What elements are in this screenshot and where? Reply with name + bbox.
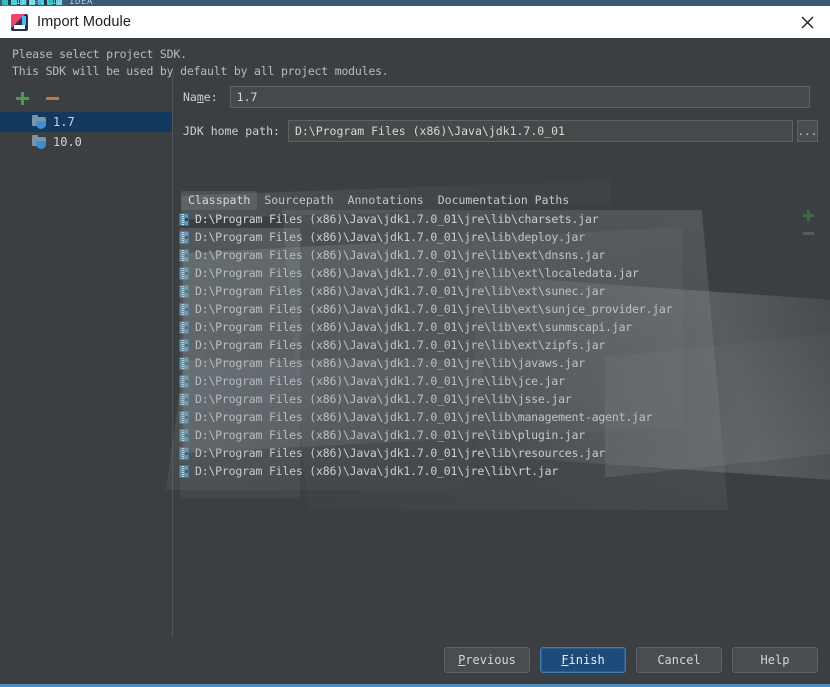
jdk-home-path-row: JDK home path: ... — [183, 120, 818, 142]
jar-archive-icon — [179, 230, 189, 244]
classpath-list: D:\Program Files (x86)\Java\jdk1.7.0_01\… — [175, 210, 830, 480]
sdk-hint-line-1: Please select project SDK. — [12, 47, 187, 61]
classpath-row-label: D:\Program Files (x86)\Java\jdk1.7.0_01\… — [195, 302, 673, 316]
classpath-row[interactable]: D:\Program Files (x86)\Java\jdk1.7.0_01\… — [175, 246, 830, 264]
dialog-body: Please select project SDK. This SDK will… — [0, 38, 830, 684]
classpath-row[interactable]: D:\Program Files (x86)\Java\jdk1.7.0_01\… — [175, 408, 830, 426]
import-module-dialog: Import Module Please select project SDK.… — [0, 6, 830, 687]
help-button[interactable]: Help — [732, 647, 818, 673]
sdk-tabs: Classpath Sourcepath Annotations Documen… — [181, 189, 576, 210]
remove-sdk-button[interactable] — [42, 88, 62, 108]
browse-folder-button[interactable]: ... — [796, 120, 818, 142]
jar-archive-icon — [179, 446, 189, 460]
add-sdk-button[interactable] — [12, 88, 32, 108]
classpath-row[interactable]: D:\Program Files (x86)\Java\jdk1.7.0_01\… — [175, 426, 830, 444]
classpath-row[interactable]: D:\Program Files (x86)\Java\jdk1.7.0_01\… — [175, 390, 830, 408]
plus-icon — [15, 91, 29, 105]
sdk-hint: Please select project SDK. This SDK will… — [12, 46, 389, 80]
jdk-folder-icon — [32, 114, 47, 129]
intellij-idea-icon — [11, 13, 28, 31]
cancel-button[interactable]: Cancel — [636, 647, 722, 673]
jar-archive-icon — [179, 248, 189, 262]
sdk-detail-pane: Name: JDK home path: ... Classpath Sourc… — [165, 76, 830, 684]
jar-archive-icon — [179, 212, 189, 226]
jar-archive-icon — [179, 338, 189, 352]
sdk-list: 1.7 10.0 — [0, 112, 172, 152]
classpath-row[interactable]: D:\Program Files (x86)\Java\jdk1.7.0_01\… — [175, 300, 830, 318]
sdk-list-item-1-7[interactable]: 1.7 — [0, 112, 172, 132]
classpath-row-label: D:\Program Files (x86)\Java\jdk1.7.0_01\… — [195, 266, 639, 280]
classpath-row-label: D:\Program Files (x86)\Java\jdk1.7.0_01\… — [195, 392, 572, 406]
classpath-row-label: D:\Program Files (x86)\Java\jdk1.7.0_01\… — [195, 446, 606, 460]
classpath-row[interactable]: D:\Program Files (x86)\Java\jdk1.7.0_01\… — [175, 372, 830, 390]
dialog-title: Import Module — [37, 14, 131, 30]
dialog-button-row: Previous Finish Cancel Help — [444, 647, 818, 673]
jdk-home-path-input[interactable] — [287, 120, 793, 142]
classpath-row[interactable]: D:\Program Files (x86)\Java\jdk1.7.0_01\… — [175, 228, 830, 246]
jar-archive-icon — [179, 410, 189, 424]
sdk-list-item-label: 10.0 — [53, 135, 82, 149]
classpath-row[interactable]: D:\Program Files (x86)\Java\jdk1.7.0_01\… — [175, 354, 830, 372]
classpath-row[interactable]: D:\Program Files (x86)\Java\jdk1.7.0_01\… — [175, 282, 830, 300]
classpath-row-label: D:\Program Files (x86)\Java\jdk1.7.0_01\… — [195, 248, 606, 262]
classpath-row[interactable]: D:\Program Files (x86)\Java\jdk1.7.0_01\… — [175, 336, 830, 354]
classpath-row-label: D:\Program Files (x86)\Java\jdk1.7.0_01\… — [195, 428, 585, 442]
classpath-row-label: D:\Program Files (x86)\Java\jdk1.7.0_01\… — [195, 320, 633, 334]
jar-archive-icon — [179, 266, 189, 280]
name-field-row: Name: — [183, 86, 810, 108]
classpath-row-label: D:\Program Files (x86)\Java\jdk1.7.0_01\… — [195, 230, 585, 244]
jar-archive-icon — [179, 374, 189, 388]
jar-archive-icon — [179, 428, 189, 442]
classpath-row[interactable]: D:\Program Files (x86)\Java\jdk1.7.0_01\… — [175, 318, 830, 336]
classpath-row-label: D:\Program Files (x86)\Java\jdk1.7.0_01\… — [195, 338, 606, 352]
close-icon[interactable] — [784, 6, 830, 38]
jar-archive-icon — [179, 464, 189, 478]
classpath-row-label: D:\Program Files (x86)\Java\jdk1.7.0_01\… — [195, 374, 565, 388]
tab-sourcepath[interactable]: Sourcepath — [257, 191, 340, 210]
jar-archive-icon — [179, 284, 189, 298]
jar-archive-icon — [179, 302, 189, 316]
jar-archive-icon — [179, 320, 189, 334]
classpath-row-label: D:\Program Files (x86)\Java\jdk1.7.0_01\… — [195, 284, 606, 298]
classpath-row-label: D:\Program Files (x86)\Java\jdk1.7.0_01\… — [195, 356, 585, 370]
name-input[interactable] — [229, 86, 810, 108]
classpath-row[interactable]: D:\Program Files (x86)\Java\jdk1.7.0_01\… — [175, 444, 830, 462]
jdk-home-path-label: JDK home path: — [183, 124, 280, 138]
previous-button[interactable]: Previous — [444, 647, 530, 673]
name-label: Name: — [183, 90, 218, 104]
jdk-folder-icon — [32, 134, 47, 149]
minus-icon — [45, 96, 59, 100]
tab-annotations[interactable]: Annotations — [341, 191, 431, 210]
sdk-list-toolbar — [12, 88, 62, 108]
classpath-list-panel: D:\Program Files (x86)\Java\jdk1.7.0_01\… — [165, 210, 830, 627]
tab-classpath[interactable]: Classpath — [181, 191, 258, 210]
classpath-row-label: D:\Program Files (x86)\Java\jdk1.7.0_01\… — [195, 410, 653, 424]
sdk-list-item-label: 1.7 — [53, 115, 75, 129]
classpath-row[interactable]: D:\Program Files (x86)\Java\jdk1.7.0_01\… — [175, 462, 830, 480]
classpath-row[interactable]: D:\Program Files (x86)\Java\jdk1.7.0_01\… — [175, 264, 830, 282]
dialog-titlebar: Import Module — [0, 6, 830, 38]
tab-documentation-paths[interactable]: Documentation Paths — [431, 191, 577, 210]
screen: _ IntelliJ IDEA Import Module Please sel… — [0, 0, 830, 687]
jar-archive-icon — [179, 356, 189, 370]
classpath-row-label: D:\Program Files (x86)\Java\jdk1.7.0_01\… — [195, 464, 559, 478]
sdk-list-item-10-0[interactable]: 10.0 — [0, 132, 172, 152]
classpath-row-label: D:\Program Files (x86)\Java\jdk1.7.0_01\… — [195, 212, 599, 226]
finish-button[interactable]: Finish — [540, 647, 626, 673]
jar-archive-icon — [179, 392, 189, 406]
classpath-row[interactable]: D:\Program Files (x86)\Java\jdk1.7.0_01\… — [175, 210, 830, 228]
